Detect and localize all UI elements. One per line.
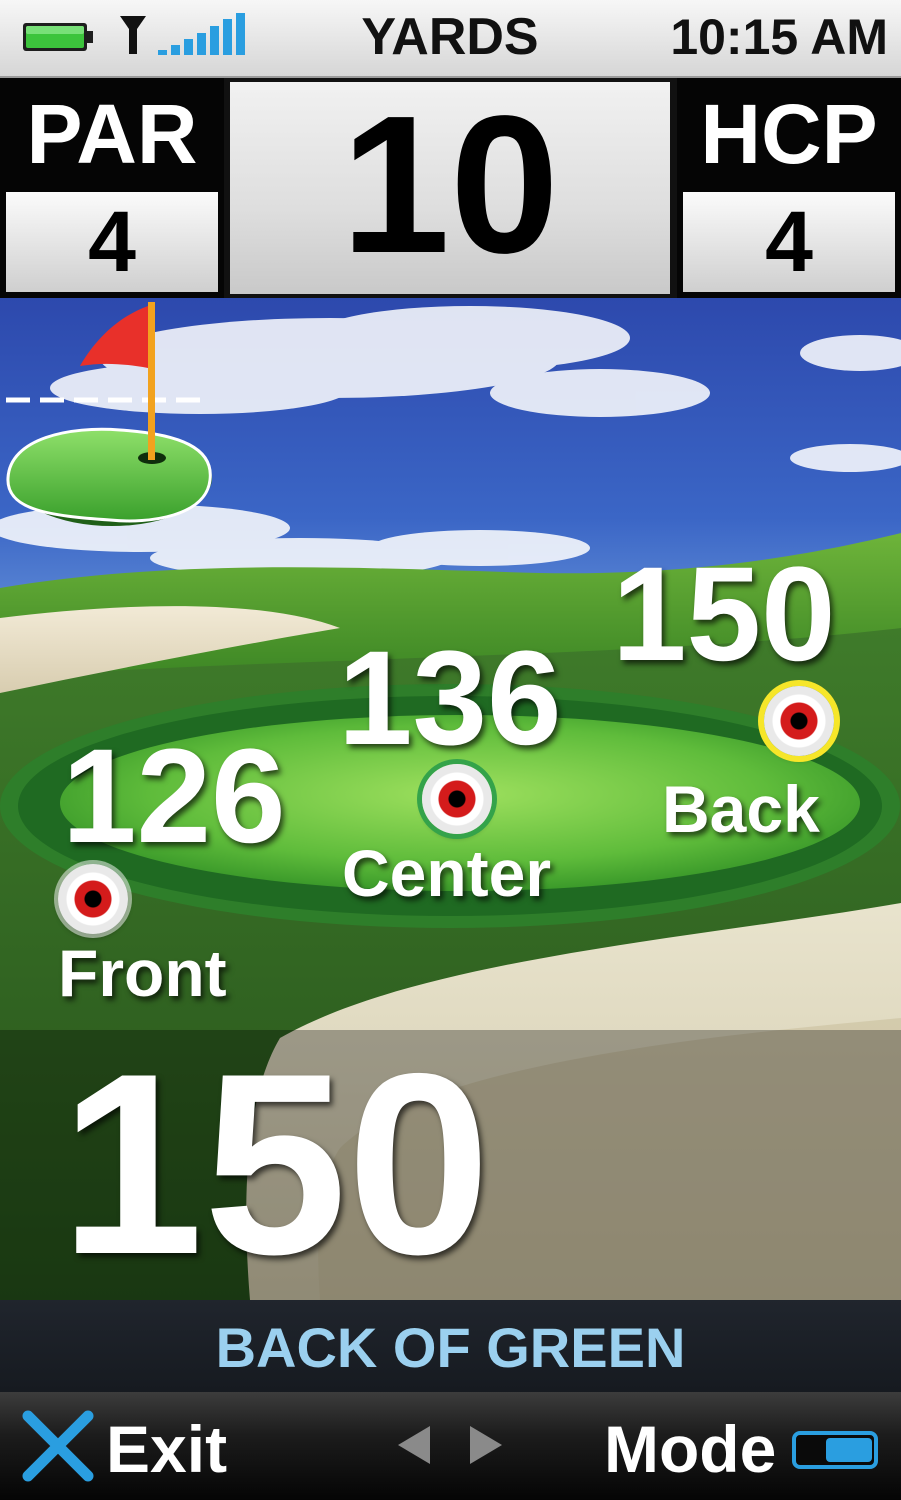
units-label: YARDS <box>361 8 539 66</box>
arrow-right-icon[interactable] <box>464 1420 510 1470</box>
clock: 10:15 AM <box>670 9 888 65</box>
softkey-bar: Exit Mode <box>0 1392 901 1500</box>
par-value: 4 <box>6 192 218 292</box>
center-label: Center <box>342 836 552 910</box>
hole-number: 10 <box>340 75 559 294</box>
hole-number-box: 10 <box>230 82 670 294</box>
arrow-left-icon[interactable] <box>390 1420 436 1470</box>
hcp-value: 4 <box>683 192 895 292</box>
signal-strength-icon <box>120 13 245 55</box>
mode-label: Mode <box>604 1412 777 1486</box>
battery-full-icon <box>23 23 93 51</box>
green-view: 126 Front 136 Center 150 Back 150 <box>0 298 901 1300</box>
position-label: BACK OF GREEN <box>215 1316 686 1379</box>
front-distance: 126 <box>62 722 286 871</box>
exit-label: Exit <box>106 1412 228 1486</box>
position-bar: BACK OF GREEN <box>0 1300 901 1392</box>
back-distance: 150 <box>612 540 836 689</box>
front-target-icon[interactable] <box>58 864 128 934</box>
mode-toggle-icon <box>792 1431 878 1469</box>
back-target-icon[interactable] <box>764 686 834 756</box>
close-x-icon <box>22 1410 94 1482</box>
back-label: Back <box>662 772 820 846</box>
center-target-icon[interactable] <box>422 764 492 834</box>
hole-info-header: PAR 4 10 HCP 4 <box>0 78 901 298</box>
par-box: PAR 4 <box>0 78 224 298</box>
hcp-box: HCP 4 <box>677 78 901 298</box>
mode-button[interactable]: Mode <box>600 1402 890 1492</box>
center-distance: 136 <box>338 624 562 773</box>
status-bar: YARDS 10:15 AM <box>0 0 901 78</box>
exit-button[interactable]: Exit <box>14 1402 254 1492</box>
hcp-label: HCP <box>700 87 878 181</box>
pin-flag-on-green-icon <box>6 302 212 526</box>
par-label: PAR <box>26 87 198 181</box>
selected-distance: 150 <box>60 1019 491 1300</box>
front-label: Front <box>58 936 227 1010</box>
